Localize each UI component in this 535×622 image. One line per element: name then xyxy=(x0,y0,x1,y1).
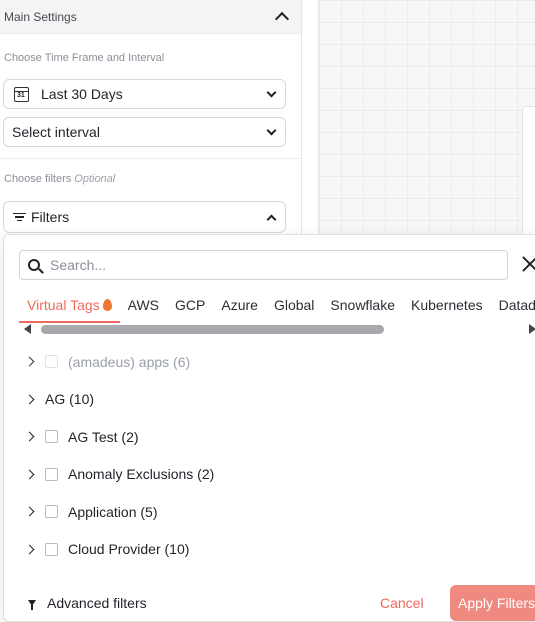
tree-item-label: Application (5) xyxy=(68,503,158,520)
scroll-thumb[interactable] xyxy=(41,325,384,334)
tab-kubernetes[interactable]: Kubernetes xyxy=(403,295,491,323)
search-box[interactable] xyxy=(19,250,508,280)
time-section-label: Choose Time Frame and Interval xyxy=(4,52,165,64)
tag-tree: (amadeus) apps (6) AG (10) AG Test (2) A… xyxy=(24,343,504,568)
time-frame-value: Last 30 Days xyxy=(41,86,123,102)
expand-chevron-icon[interactable] xyxy=(24,431,35,442)
apply-filters-button[interactable]: Apply Filters xyxy=(450,585,535,621)
search-icon xyxy=(28,259,40,271)
tree-item[interactable]: Anomaly Exclusions (2) xyxy=(24,456,504,494)
filters-button-label: Filters xyxy=(31,209,70,225)
tab-virtual-tags[interactable]: Virtual Tags xyxy=(19,295,120,323)
chevron-down-icon xyxy=(266,125,277,135)
item-checkbox[interactable] xyxy=(45,467,58,481)
tree-item[interactable]: AG Test (2) xyxy=(24,418,504,456)
tab-snowflake[interactable]: Snowflake xyxy=(322,295,403,323)
tree-item-label: AG Test (2) xyxy=(68,428,139,445)
advanced-filters-label: Advanced filters xyxy=(47,595,147,611)
tab-azure[interactable]: Azure xyxy=(213,295,266,323)
funnel-icon xyxy=(28,600,36,610)
advanced-filters-link[interactable]: Advanced filters xyxy=(28,595,147,611)
calendar-icon: 31 xyxy=(14,86,29,102)
item-checkbox[interactable] xyxy=(45,542,58,556)
canvas-card xyxy=(522,106,535,246)
provider-tabs: Virtual Tags AWS GCP Azure Global Snowfl… xyxy=(19,295,535,323)
tree-item[interactable]: Cloud Provider (10) xyxy=(24,531,504,569)
filters-dropdown-button[interactable]: Filters xyxy=(3,201,286,233)
search-input[interactable] xyxy=(50,257,499,273)
filters-section-label: Choose filters Optional xyxy=(0,173,119,185)
scroll-left-icon[interactable] xyxy=(24,324,31,334)
tree-item-label: Cloud Provider (10) xyxy=(68,541,190,558)
interval-value: Select interval xyxy=(12,124,100,140)
app-page: Main Settings Choose Time Frame and Inte… xyxy=(0,0,535,622)
expand-chevron-icon[interactable] xyxy=(24,469,35,480)
filters-label-text: Choose filters xyxy=(4,173,72,185)
filter-lines-icon xyxy=(12,212,26,222)
tab-datadog[interactable]: Datadog xyxy=(491,295,535,323)
expand-chevron-icon[interactable] xyxy=(24,506,35,517)
close-icon[interactable] xyxy=(522,256,535,272)
item-checkbox[interactable] xyxy=(45,355,58,369)
cancel-button[interactable]: Cancel xyxy=(380,595,424,611)
panel-title: Main Settings xyxy=(4,9,77,24)
interval-select[interactable]: Select interval xyxy=(3,117,286,147)
main-settings-header[interactable]: Main Settings xyxy=(0,0,301,34)
collapse-chevron-icon[interactable] xyxy=(274,11,290,27)
tree-item-label: Anomaly Exclusions (2) xyxy=(68,466,215,483)
item-checkbox[interactable] xyxy=(45,505,58,519)
scroll-right-icon[interactable] xyxy=(529,324,535,334)
tree-item[interactable]: (amadeus) apps (6) xyxy=(24,343,504,381)
tab-aws[interactable]: AWS xyxy=(120,295,167,323)
time-frame-select[interactable]: 31 Last 30 Days xyxy=(3,79,286,109)
popup-footer: Advanced filters Cancel Apply Filters xyxy=(4,585,535,621)
item-checkbox[interactable] xyxy=(45,430,58,444)
tab-global[interactable]: Global xyxy=(266,295,322,323)
tree-item[interactable]: Application (5) xyxy=(24,493,504,531)
flame-icon xyxy=(102,299,112,311)
tree-item-label: AG (10) xyxy=(45,391,95,408)
tabs-scrollbar[interactable] xyxy=(24,324,535,334)
expand-chevron-icon[interactable] xyxy=(24,394,35,405)
chevron-down-icon xyxy=(266,87,277,97)
optional-label: Optional xyxy=(74,173,116,185)
filters-popup: Virtual Tags AWS GCP Azure Global Snowfl… xyxy=(3,234,535,622)
chevron-up-icon xyxy=(266,214,277,224)
tab-gcp[interactable]: GCP xyxy=(167,295,213,323)
expand-chevron-icon[interactable] xyxy=(24,544,35,555)
tree-item-label: (amadeus) apps (6) xyxy=(68,353,191,370)
expand-chevron-icon[interactable] xyxy=(24,356,35,367)
tree-item[interactable]: AG (10) xyxy=(24,381,504,419)
section-divider xyxy=(0,158,302,159)
